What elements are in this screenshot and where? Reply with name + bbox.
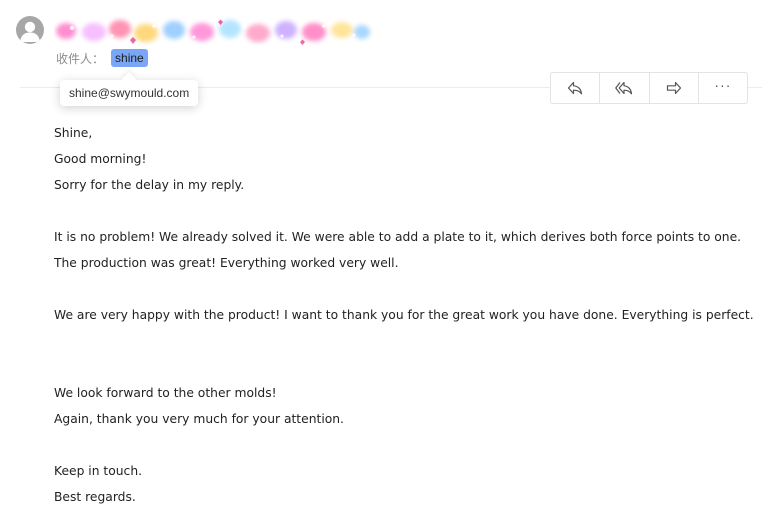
sender-name-decorated [54,16,374,50]
user-icon [20,21,40,42]
reply-button[interactable] [551,73,601,103]
reply-all-icon [615,81,633,95]
body-line: Keep in touch. [54,464,143,478]
reply-all-button[interactable] [600,73,650,103]
recipient-email-tooltip: shine@swymould.com [60,80,199,106]
body-blank-line [54,354,754,380]
body-line: Again, thank you very much for your atte… [54,412,344,426]
body-line: It is no problem! We already solved it. … [54,230,742,244]
forward-icon [666,81,681,95]
sender-avatar[interactable] [16,16,44,44]
recipient-label: 收件人： [56,51,105,66]
recipient-row: 收件人： shine [56,49,148,67]
reply-icon [568,81,583,95]
body-blank-line [54,276,754,302]
body-line: Sorry for the delay in my reply. [54,178,245,192]
body-line: The production was great! Everything wor… [54,256,399,270]
more-button[interactable]: ··· [699,73,747,103]
email-body: Shine, Good morning! Sorry for the delay… [54,120,754,510]
body-blank-line [54,432,754,458]
forward-button[interactable] [650,73,699,103]
message-toolbar: ··· [550,72,748,104]
body-blank-line [54,198,754,224]
body-line: Best regards. [54,490,136,504]
recipient-chip[interactable]: shine [111,49,148,67]
more-icon: ··· [714,77,732,93]
body-line: We look forward to the other molds! [54,386,277,400]
sender-name-sticker-art [56,19,370,45]
recipient-email: shine@swymould.com [69,86,190,100]
body-line: Good morning! [54,152,147,166]
body-line: We are very happy with the product! I wa… [54,308,754,322]
body-line: Shine, [54,126,93,140]
body-blank-line [54,328,754,354]
